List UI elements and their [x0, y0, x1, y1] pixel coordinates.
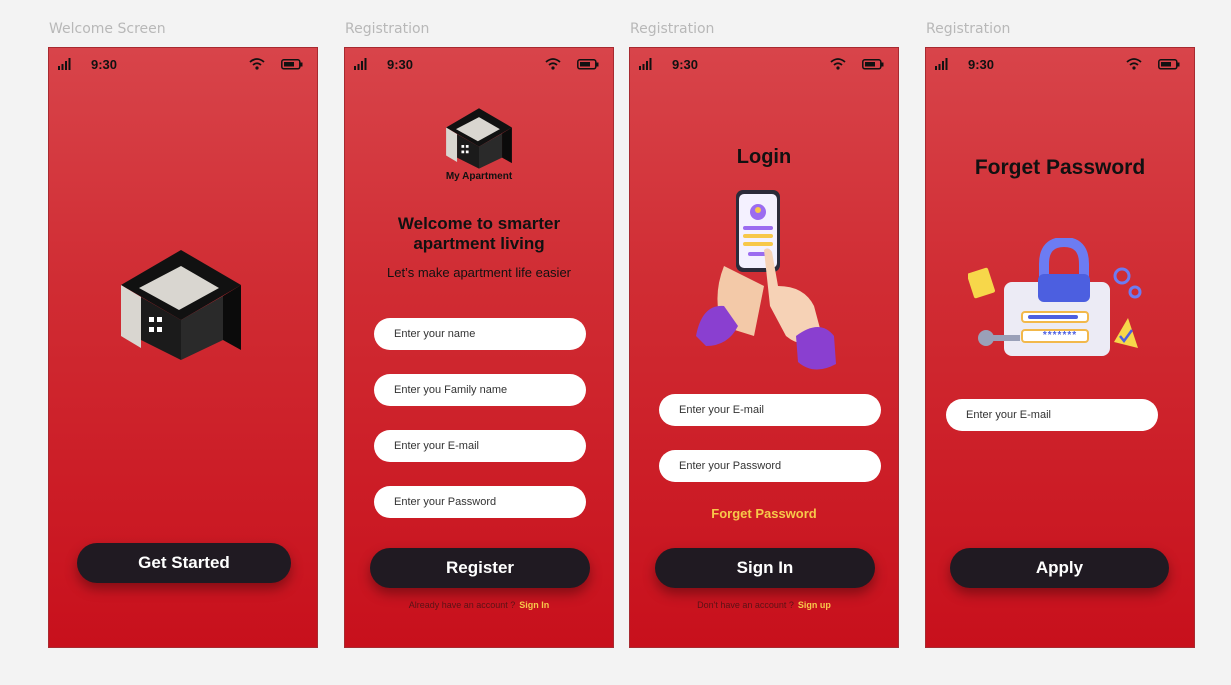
login-title: Login	[736, 146, 792, 168]
battery-icon	[281, 59, 303, 70]
signin-prompt-text: Already have an account ?	[408, 600, 516, 610]
signin-prompt: Already have an account ? Sign In	[345, 600, 613, 610]
email-input[interactable]: Enter your E-mail	[946, 399, 1158, 431]
register-screen: 9:30 My Apartment Welcome to smarter apa…	[344, 47, 614, 648]
register-headline: Welcome to smarter apartment living	[397, 214, 561, 253]
apartment-logo-icon	[121, 250, 241, 360]
sign-in-button[interactable]: Sign In	[655, 548, 875, 588]
forgot-password-link[interactable]: Forget Password	[630, 506, 898, 521]
status-bar: 9:30	[630, 57, 898, 73]
signup-prompt: Don't have an account ? Sign up	[630, 600, 898, 610]
login-screen: 9:30 Login Enter your E-mail Enter your …	[629, 47, 899, 648]
apply-button[interactable]: Apply	[950, 548, 1169, 588]
frame-label-forgot: Registration	[926, 21, 1011, 37]
padlock-illustration-icon	[968, 238, 1142, 356]
forgot-title: Forget Password	[974, 156, 1146, 179]
signal-icon	[354, 58, 367, 70]
signup-prompt-text: Don't have an account ?	[697, 600, 794, 610]
frame-label-welcome: Welcome Screen	[49, 21, 166, 37]
signal-icon	[935, 58, 948, 70]
wifi-icon	[545, 58, 561, 70]
signal-icon	[58, 58, 71, 70]
password-mask-text: *******	[1042, 330, 1078, 341]
wifi-icon	[830, 58, 846, 70]
status-bar: 9:30	[345, 57, 613, 73]
battery-icon	[577, 59, 599, 70]
status-time: 9:30	[968, 57, 995, 72]
register-subline: Let’s make apartment life easier	[386, 265, 572, 280]
status-time: 9:30	[387, 57, 414, 72]
status-time: 9:30	[91, 57, 118, 72]
phone-hand-illustration-icon	[696, 190, 836, 370]
status-bar: 9:30	[926, 57, 1194, 73]
battery-icon	[862, 59, 884, 70]
frame-label-login: Registration	[630, 21, 715, 37]
logo-text: My Apartment	[445, 171, 513, 182]
signal-icon	[639, 58, 652, 70]
name-input[interactable]: Enter your name	[374, 318, 586, 350]
get-started-button[interactable]: Get Started	[77, 543, 291, 583]
register-button[interactable]: Register	[370, 548, 590, 588]
wifi-icon	[1126, 58, 1142, 70]
status-bar: 9:30	[49, 57, 317, 73]
status-time: 9:30	[672, 57, 699, 72]
password-input[interactable]: Enter your Password	[659, 450, 881, 482]
wifi-icon	[249, 58, 265, 70]
signin-link[interactable]: Sign In	[519, 600, 549, 610]
welcome-screen: 9:30 Get Started	[48, 47, 318, 648]
forgot-password-screen: 9:30 Forget Password ******* Enter your …	[925, 47, 1195, 648]
apartment-logo-icon	[446, 108, 512, 169]
password-input[interactable]: Enter your Password	[374, 486, 586, 518]
battery-icon	[1158, 59, 1180, 70]
family-name-input[interactable]: Enter you Family name	[374, 374, 586, 406]
email-input[interactable]: Enter your E-mail	[374, 430, 586, 462]
signup-link[interactable]: Sign up	[798, 600, 831, 610]
email-input[interactable]: Enter your E-mail	[659, 394, 881, 426]
frame-label-registration: Registration	[345, 21, 430, 37]
